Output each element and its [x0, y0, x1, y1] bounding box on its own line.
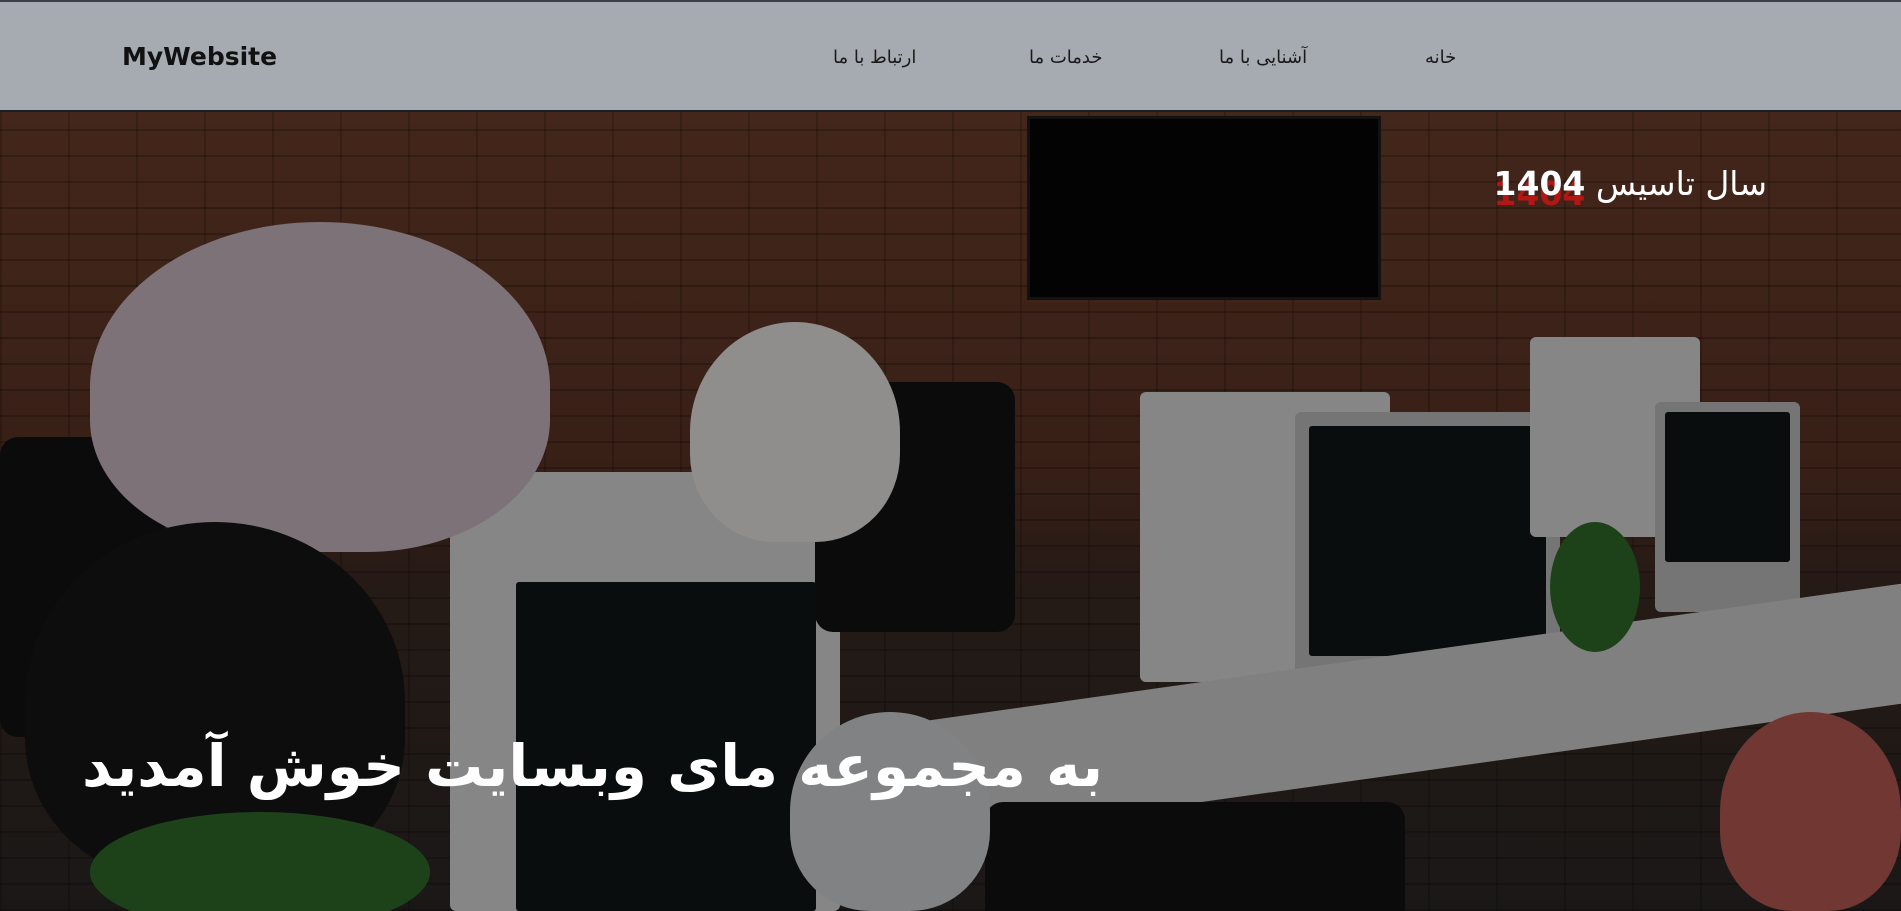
welcome-heading: به مجموعه مای وبسایت خوش آمدید: [82, 732, 1104, 800]
nav-link-contact[interactable]: ارتباط با ما: [833, 47, 916, 68]
established-year-text: سال تاسیس 1404: [1494, 164, 1767, 203]
person-image: [90, 222, 550, 552]
chair-image: [0, 437, 165, 737]
site-brand-logo[interactable]: MyWebsite: [122, 42, 277, 71]
wall-tv-image: [1027, 116, 1381, 300]
person-image: [690, 322, 900, 542]
monitor-image: [450, 472, 840, 911]
monitor-image: [1295, 412, 1560, 712]
person-image: [1720, 712, 1901, 911]
monitor-image: [1530, 337, 1700, 537]
plant-image: [90, 812, 430, 911]
chair-image: [985, 802, 1405, 911]
chair-image: [815, 382, 1015, 632]
nav-link-home[interactable]: خانه: [1425, 47, 1456, 68]
navbar: MyWebsite خانه آشنایی با ما خدمات ما ارت…: [0, 0, 1901, 112]
nav-link-about[interactable]: آشنایی با ما: [1219, 47, 1307, 68]
plant-image: [1550, 522, 1640, 652]
established-label: سال تاسیس: [1595, 164, 1767, 203]
monitor-image: [1140, 392, 1390, 682]
monitor-image: [1655, 402, 1800, 612]
desk-image: [930, 583, 1901, 841]
established-year: 1404: [1493, 164, 1586, 203]
person-image: [25, 522, 405, 882]
nav-link-services[interactable]: خدمات ما: [1029, 47, 1103, 68]
